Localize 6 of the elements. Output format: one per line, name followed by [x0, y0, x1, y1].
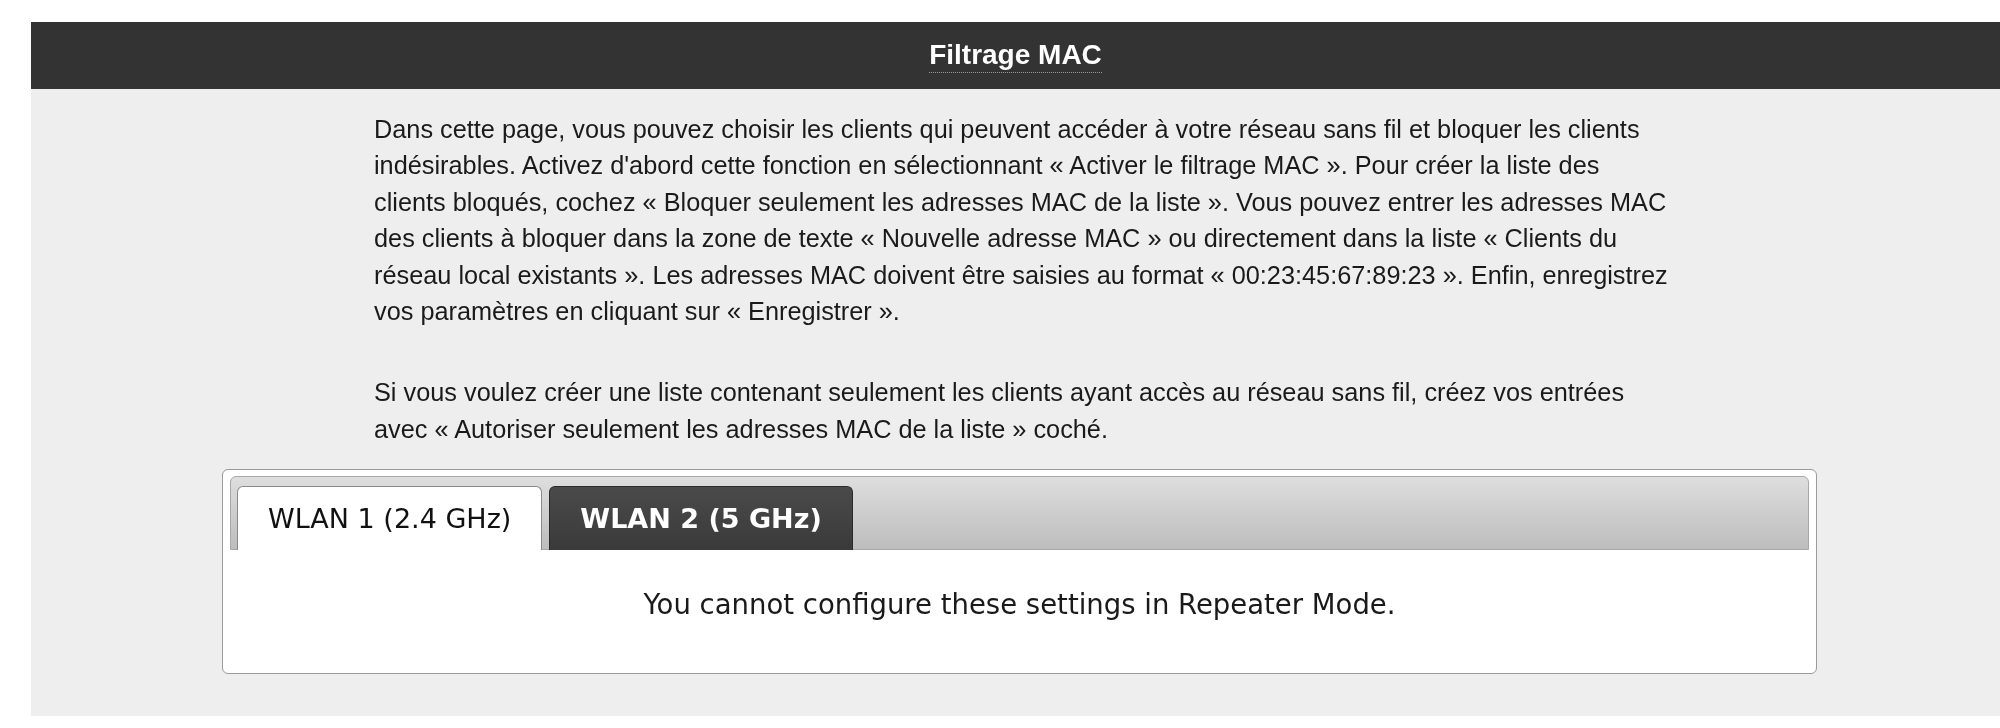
notice-text: You cannot configure these settings in Repeater Mode.	[643, 587, 1396, 620]
page-title: Filtrage MAC	[929, 38, 1102, 73]
tab[interactable]: WLAN 2 (5 GHz)	[549, 486, 853, 551]
intro-paragraph: Si vous voulez créer une liste contenant seulement les clients ayant accès au réseau sans fil, créez vos entrées avec « Autoriser seulement les adresses MAC de la liste » coché.	[374, 377, 1626, 445]
tab[interactable]: WLAN 1 (2.4 GHz)	[237, 486, 543, 551]
intro-paragraph: Dans cette page, vous pouvez choisir les clients qui peuvent accéder à votre réseau sans fil et bloquer les clients indésirables. Activez d'abord cette fonction en sélectionnant « Activer le filtrage MAC ». Pour créer la liste des clients bloqués, cochez « Bloquer seulement les adresses MAC de la liste ». Vous pouvez entrer les adresses MAC des clients à bloquer dans la zone de texte « Nouvelle adresse MAC » ou directement dans la liste « Clients du réseau local existants ». Les adresses MAC doivent être saisies au format « 00:23:45:67:89:23 ». Enfin, enregistrez vos paramètres en cliquant sur « Enregistrer ».	[374, 114, 1669, 328]
